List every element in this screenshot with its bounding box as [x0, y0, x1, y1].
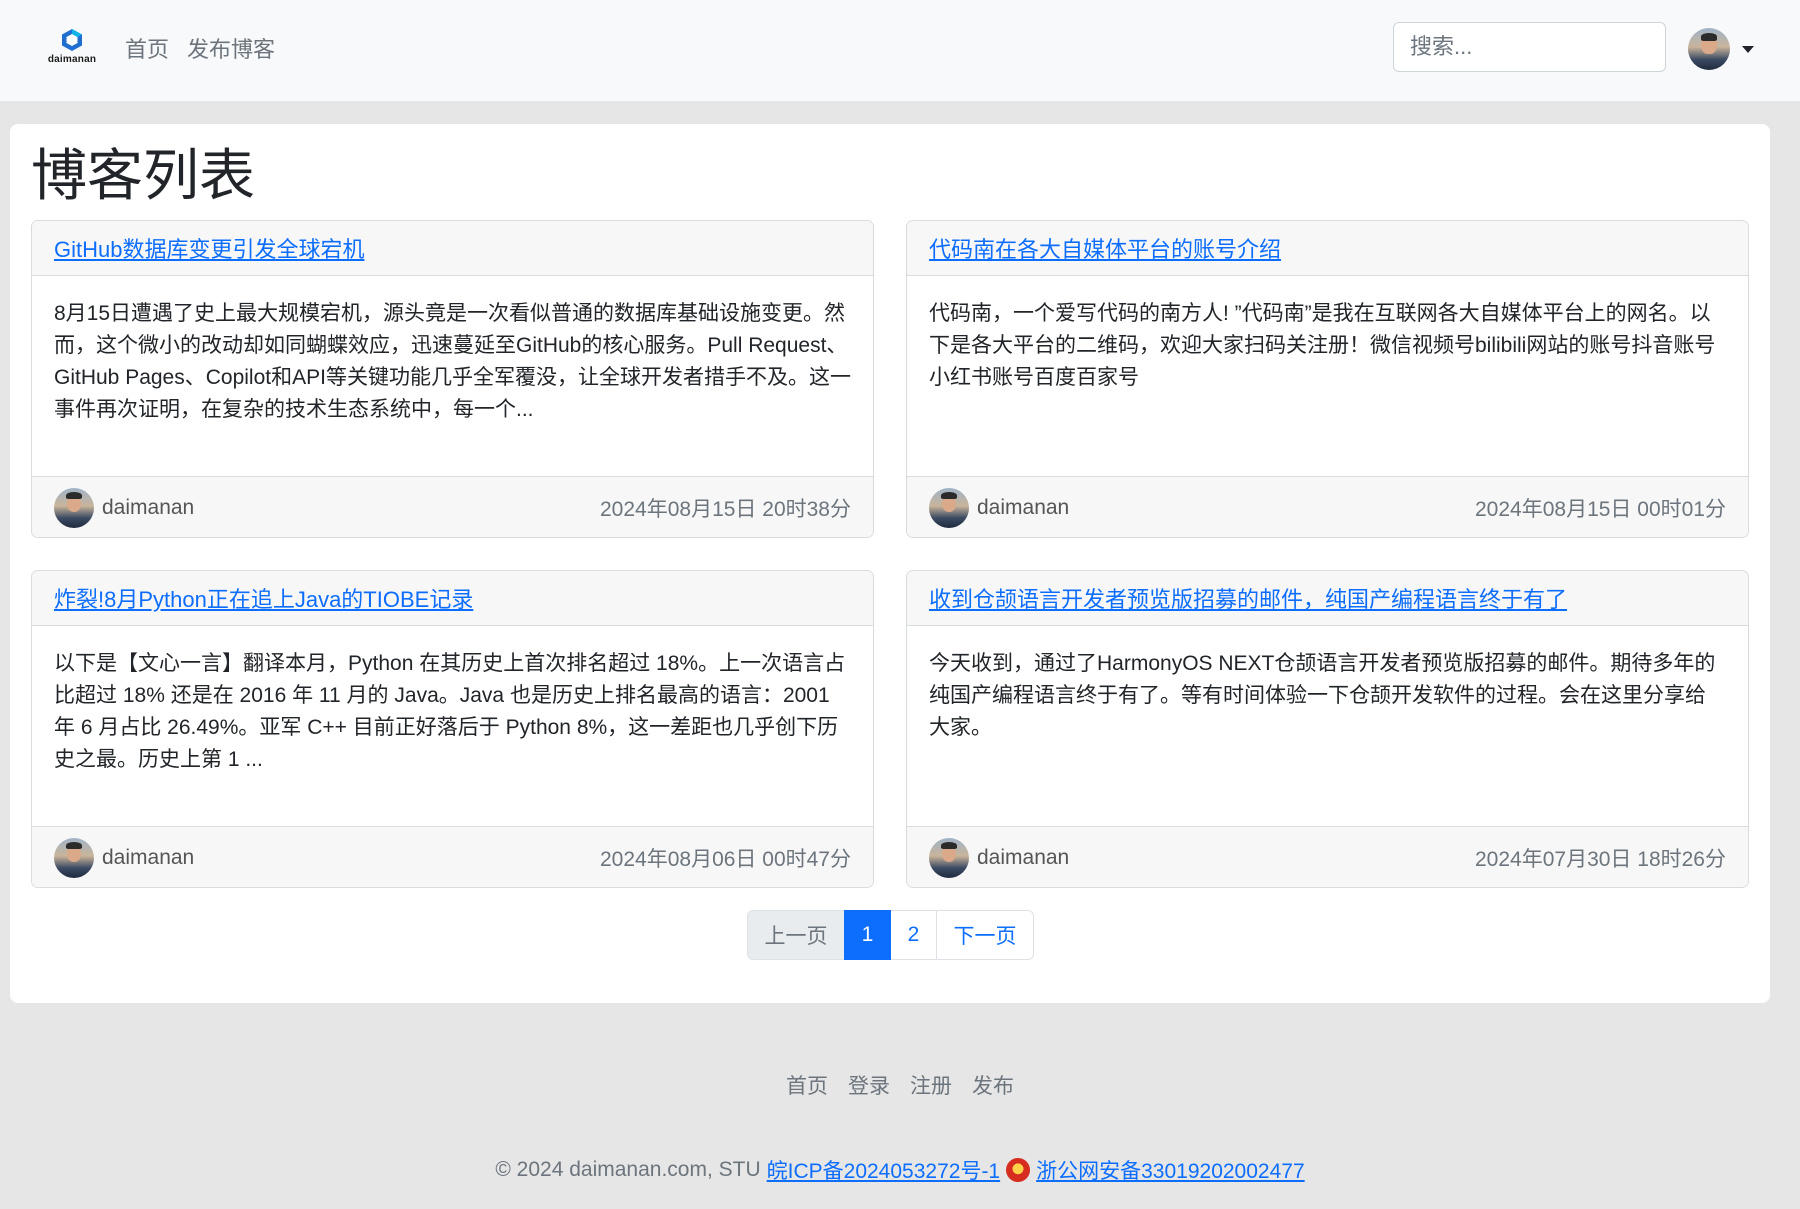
- nav-link-publish[interactable]: 发布博客: [187, 32, 275, 64]
- blog-summary: 以下是【文心一言】翻译本月，Python 在其历史上首次排名超过 18%。上一次…: [54, 652, 846, 771]
- blog-card: 炸裂!8月Python正在追上Java的TIOBE记录 以下是【文心一言】翻译本…: [31, 570, 874, 888]
- card-footer: daimanan 2024年08月15日 00时01分: [907, 476, 1748, 537]
- blog-title-link[interactable]: 炸裂!8月Python正在追上Java的TIOBE记录: [54, 582, 473, 614]
- footer-links: 首页 登录 注册 发布: [0, 1070, 1800, 1100]
- caret-down-icon: [1742, 45, 1754, 53]
- blog-summary: 代码南，一个爱写代码的南方人! ”代码南”是我在互联网各大自媒体平台上的网名。以…: [929, 302, 1716, 389]
- author-name: daimanan: [102, 495, 195, 519]
- blog-summary: 8月15日遭遇了史上最大规模宕机，源头竟是一次看似普通的数据库基础设施变更。然而…: [54, 302, 851, 421]
- author-info: daimanan: [929, 837, 1070, 878]
- blog-title-link[interactable]: GitHub数据库变更引发全球宕机: [54, 232, 364, 264]
- footer-link-login[interactable]: 登录: [848, 1070, 890, 1100]
- card-header: 代码南在各大自媒体平台的账号介绍: [907, 221, 1748, 276]
- nav-link-home[interactable]: 首页: [125, 32, 169, 64]
- search-input[interactable]: [1393, 22, 1666, 72]
- post-date: 2024年08月06日 00时47分: [600, 847, 851, 871]
- blog-summary: 今天收到，通过了HarmonyOS NEXT仓颉语言开发者预览版招募的邮件。期待…: [929, 652, 1716, 739]
- footer-link-home[interactable]: 首页: [786, 1070, 828, 1100]
- card-header: 收到仓颉语言开发者预览版招募的邮件，纯国产编程语言终于有了: [907, 571, 1748, 626]
- card-footer: daimanan 2024年07月30日 18时26分: [907, 826, 1748, 887]
- author-avatar: [929, 487, 969, 528]
- user-menu-dropdown[interactable]: [1688, 28, 1754, 70]
- page-title: 博客列表: [31, 144, 255, 207]
- author-name: daimanan: [977, 845, 1070, 869]
- user-avatar: [1688, 28, 1730, 70]
- author-name: daimanan: [102, 845, 195, 869]
- logo-text: daimanan: [47, 54, 97, 65]
- main-panel: 博客列表 GitHub数据库变更引发全球宕机 8月15日遭遇了史上最大规模宕机，…: [10, 124, 1770, 1003]
- pagination-page-2[interactable]: 2: [890, 910, 937, 960]
- pagination: 上一页 1 2 下一页: [747, 910, 1034, 960]
- blog-card: 收到仓颉语言开发者预览版招募的邮件，纯国产编程语言终于有了 今天收到，通过了Ha…: [906, 570, 1749, 888]
- blog-title-link[interactable]: 收到仓颉语言开发者预览版招募的邮件，纯国产编程语言终于有了: [929, 582, 1567, 614]
- post-date: 2024年08月15日 20时38分: [600, 497, 851, 521]
- police-record-link[interactable]: 浙公网安备33019202002477: [1036, 1155, 1305, 1185]
- author-info: daimanan: [929, 487, 1070, 528]
- author-avatar: [54, 837, 94, 878]
- icp-link[interactable]: 皖ICP备2024053272号-1: [767, 1155, 1000, 1185]
- author-info: daimanan: [54, 487, 195, 528]
- nav-links: 首页 发布博客: [125, 32, 275, 64]
- card-footer: daimanan 2024年08月15日 20时38分: [32, 476, 873, 537]
- post-date: 2024年08月15日 00时01分: [1475, 497, 1726, 521]
- card-header: GitHub数据库变更引发全球宕机: [32, 221, 873, 276]
- card-footer: daimanan 2024年08月06日 00时47分: [32, 826, 873, 887]
- logo-hexagon-icon: [62, 29, 82, 51]
- navbar: daimanan 首页 发布博客: [0, 0, 1800, 101]
- police-badge-icon: [1006, 1158, 1031, 1182]
- pagination-page-1[interactable]: 1: [844, 910, 891, 960]
- author-info: daimanan: [54, 837, 195, 878]
- footer-copyright: © 2024 daimanan.com, STU 皖ICP备2024053272…: [0, 1155, 1800, 1185]
- copyright-text: © 2024 daimanan.com, STU: [495, 1158, 761, 1181]
- post-date: 2024年07月30日 18时26分: [1475, 847, 1726, 871]
- blog-title-link[interactable]: 代码南在各大自媒体平台的账号介绍: [929, 232, 1281, 264]
- blog-card: GitHub数据库变更引发全球宕机 8月15日遭遇了史上最大规模宕机，源头竟是一…: [31, 220, 874, 538]
- card-header: 炸裂!8月Python正在追上Java的TIOBE记录: [32, 571, 873, 626]
- blog-card: 代码南在各大自媒体平台的账号介绍 代码南，一个爱写代码的南方人! ”代码南”是我…: [906, 220, 1749, 538]
- footer-link-publish[interactable]: 发布: [972, 1070, 1014, 1100]
- author-name: daimanan: [977, 495, 1070, 519]
- author-avatar: [929, 837, 969, 878]
- site-logo[interactable]: daimanan: [44, 28, 100, 68]
- author-avatar: [54, 487, 94, 528]
- pagination-next[interactable]: 下一页: [936, 910, 1034, 960]
- pagination-prev[interactable]: 上一页: [747, 910, 845, 960]
- footer-link-register[interactable]: 注册: [910, 1070, 952, 1100]
